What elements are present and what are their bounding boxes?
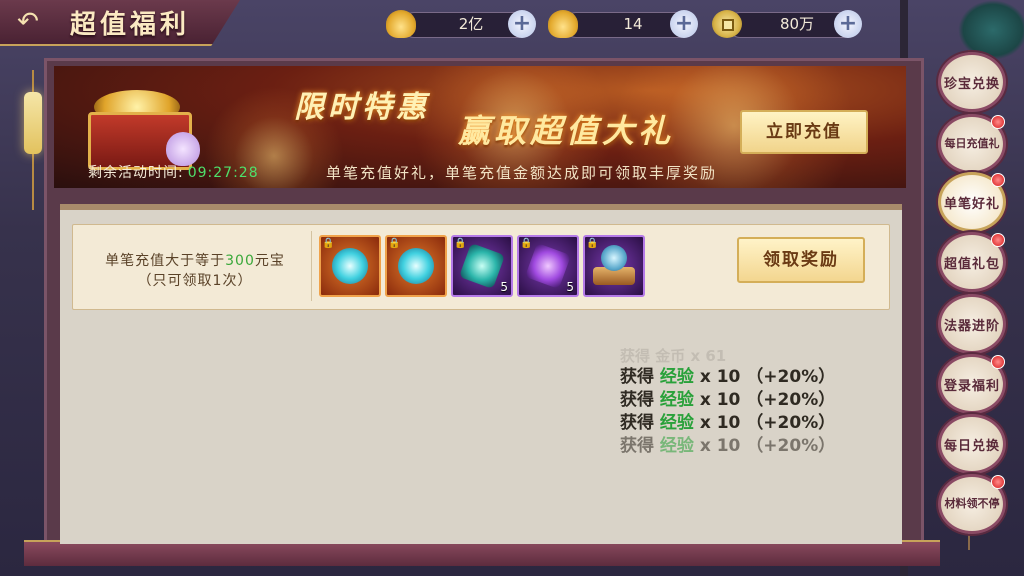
task-condition: 单笔充值大于等于300元宝 （只可领取1次） (83, 251, 307, 291)
reward-item[interactable]: 🔒 (385, 235, 447, 297)
notification-dot-icon (991, 115, 1005, 129)
log-line-ghost: 获得 金币 x 61 (620, 347, 727, 365)
promo-headline: 限时特惠 (294, 90, 430, 125)
condition-amount: 300 (225, 253, 255, 269)
back-arrow-icon: ↶ (17, 7, 39, 37)
sidebar-item-label: 超值礼包 (943, 257, 1000, 272)
sidebar-item-daily-recharge[interactable]: 每日充值礼 (938, 114, 1006, 174)
add-bound-gold-button[interactable]: + (670, 10, 698, 38)
sidebar-item-label: 每日充值礼 (944, 137, 1000, 150)
lock-icon: 🔒 (322, 238, 335, 249)
log-line: 获得 经验 x 10 （+20%） (620, 389, 840, 412)
promo-subheadline: 赢取超值大礼 (458, 112, 675, 150)
resource-gold: 2亿 + (386, 10, 546, 38)
banner-description: 单笔充值好礼，单笔充值金额达成即可领取丰厚奖励 (326, 164, 718, 182)
log-suffix: x 10 （+20%） (693, 367, 836, 387)
log-line: 获得 经验 x 10 （+20%） (620, 366, 840, 389)
sidebar-item-label: 单笔好礼 (943, 197, 1000, 212)
condition-suffix: 元宝 (254, 253, 285, 269)
lock-icon: 🔒 (520, 238, 533, 249)
item-count: 5 (500, 280, 508, 294)
log-item: 经验 (659, 367, 694, 387)
resource-coin: 80万 + (712, 10, 872, 38)
lantern-icon (24, 92, 42, 154)
lock-icon: 🔒 (586, 238, 599, 249)
reward-log: 获得 金币 x 61 获得 经验 x 10 （+20%） 获得 经验 x 10 … (620, 346, 840, 458)
log-suffix: x 10 （+20%） (693, 390, 836, 410)
sidebar-item-single-recharge[interactable]: 单笔好礼 (938, 172, 1006, 232)
reward-item[interactable]: 🔒 (319, 235, 381, 297)
cyan-rune-orb-icon (332, 248, 368, 284)
sidebar-item-login-bonus[interactable]: 登录福利 (938, 354, 1006, 414)
copper-coin-icon (712, 10, 742, 38)
title-plate: ↶ 超值福利 (0, 0, 240, 46)
log-prefix: 获得 (620, 367, 660, 387)
reward-task-row: 单笔充值大于等于300元宝 （只可领取1次） 🔒 🔒 🔒 5 🔒 5 🔒 领取奖… (72, 224, 890, 310)
condition-limit: （只可领取1次） (137, 273, 253, 289)
reward-item[interactable]: 🔒 (583, 235, 645, 297)
sidebar-item-artifact-upgrade[interactable]: 法器进阶 (938, 294, 1006, 354)
money-bag-icon (166, 132, 200, 166)
treasure-chest-icon (82, 82, 200, 172)
sidebar-item-daily-exchange[interactable]: 每日兑换 (938, 414, 1006, 474)
orb-pedestal-icon (601, 245, 627, 271)
notification-dot-icon (991, 475, 1005, 489)
log-prefix: 获得 (620, 436, 660, 456)
notification-dot-icon (991, 233, 1005, 247)
log-prefix: 获得 (620, 390, 660, 410)
item-count: 5 (566, 280, 574, 294)
claim-reward-button[interactable]: 领取奖励 (737, 237, 865, 283)
add-coin-button[interactable]: + (834, 10, 862, 38)
lock-icon: 🔒 (388, 238, 401, 249)
page-title: 超值福利 (70, 10, 191, 40)
log-suffix: x 10 （+20%） (693, 436, 836, 456)
lock-icon: 🔒 (454, 238, 467, 249)
sidebar-item-value-pack[interactable]: 超值礼包 (938, 232, 1006, 292)
reward-item[interactable]: 🔒 5 (451, 235, 513, 297)
log-prefix: 获得 (620, 413, 660, 433)
reward-item[interactable]: 🔒 5 (517, 235, 579, 297)
log-item: 经验 (659, 390, 694, 410)
log-line: 获得 经验 x 10 （+20%） (620, 412, 840, 435)
task-divider (311, 231, 312, 301)
sidebar: 珍宝兑换 每日充值礼 单笔好礼 超值礼包 法器进阶 登录福利 每日兑换 材料领不… (928, 0, 1024, 576)
sidebar-item-label: 登录福利 (943, 379, 1000, 394)
sidebar-item-label: 每日兑换 (943, 439, 1000, 454)
condition-line: 单笔充值大于等于300元宝 (83, 251, 307, 271)
event-timer: 剩余活动时间: 09:27:28 (88, 162, 259, 184)
add-gold-button[interactable]: + (508, 10, 536, 38)
notification-dot-icon (991, 173, 1005, 187)
timer-value: 09:27:28 (187, 165, 259, 181)
sidebar-item-label: 珍宝兑换 (943, 77, 1000, 92)
locked-ingot-icon (548, 10, 578, 38)
log-item: 经验 (659, 413, 694, 433)
sidebar-item-label: 材料领不停 (944, 497, 1000, 510)
sidebar-item-treasure-exchange[interactable]: 珍宝兑换 (938, 52, 1006, 112)
log-line: 获得 经验 x 10 （+20%） (620, 435, 840, 458)
sidebar-item-label: 法器进阶 (943, 319, 1000, 334)
sidebar-item-materials[interactable]: 材料领不停 (938, 474, 1006, 534)
log-suffix: x 10 （+20%） (693, 413, 836, 433)
cyan-rune-orb-icon (398, 248, 434, 284)
log-item: 经验 (659, 436, 694, 456)
notification-dot-icon (991, 355, 1005, 369)
gold-ingot-icon (386, 10, 416, 38)
recharge-now-button[interactable]: 立即充值 (740, 110, 868, 154)
back-button[interactable]: ↶ (8, 6, 48, 38)
resource-bound-gold: 14 + (548, 10, 708, 38)
promo-banner: 限时特惠 赢取超值大礼 立即充值 剩余活动时间: 09:27:28 单笔充值好礼，… (54, 66, 906, 188)
condition-prefix: 单笔充值大于等于 (105, 253, 226, 269)
timer-label: 剩余活动时间: (88, 165, 184, 181)
top-bar: ↶ 超值福利 2亿 + 14 + 80万 + (0, 0, 1024, 52)
